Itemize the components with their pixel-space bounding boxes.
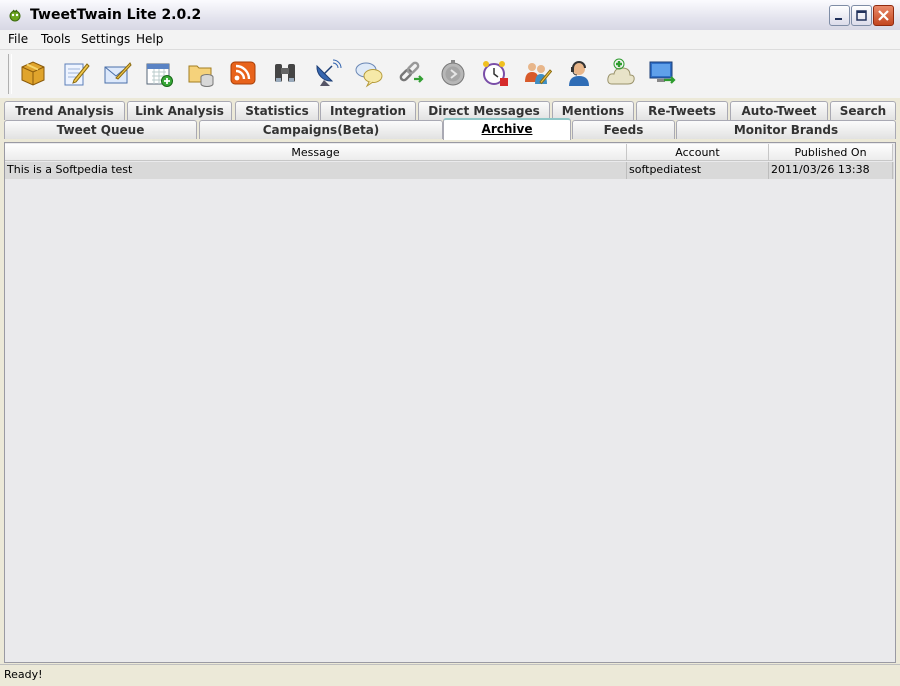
status-bar: Ready!	[0, 664, 900, 686]
archive-panel: Message Account Published On This is a S…	[4, 142, 896, 663]
tab-campaigns[interactable]: Campaigns(Beta)	[199, 120, 443, 139]
folder-database-button[interactable]	[184, 55, 218, 91]
menu-settings[interactable]: Settings	[81, 32, 130, 46]
title-bar[interactable]: TweetTwain Lite 2.0.2	[0, 0, 900, 31]
email-button[interactable]	[100, 55, 134, 91]
menu-file[interactable]: File	[8, 32, 28, 46]
satellite-dish-button[interactable]	[310, 55, 344, 91]
timer-button[interactable]	[436, 55, 470, 91]
tab-auto-tweet[interactable]: Auto-Tweet	[730, 101, 828, 120]
maximize-icon	[852, 10, 871, 28]
column-header-account[interactable]: Account	[627, 144, 769, 161]
tab-trend-analysis[interactable]: Trend Analysis	[4, 101, 125, 120]
calendar-add-button[interactable]	[142, 55, 176, 91]
tab-row-2: Tweet Queue Campaigns(Beta) Archive Feed…	[4, 118, 896, 140]
toolbar	[0, 50, 900, 98]
binoculars-button[interactable]	[268, 55, 302, 91]
menu-tools[interactable]: Tools	[41, 32, 71, 46]
tab-feeds[interactable]: Feeds	[572, 120, 675, 139]
status-text: Ready!	[4, 668, 43, 681]
package-button[interactable]	[16, 55, 50, 91]
alarm-clock-button[interactable]	[478, 55, 512, 91]
maximize-button[interactable]	[851, 5, 872, 26]
table-row[interactable]: This is a Softpedia test softpediatest 2…	[5, 162, 894, 179]
menu-bar: File Tools Settings Help	[0, 30, 900, 50]
cell-account: softpediatest	[627, 162, 769, 179]
close-button[interactable]	[873, 5, 894, 26]
chat-bubbles-button[interactable]	[352, 55, 386, 91]
rss-button[interactable]	[226, 55, 260, 91]
cell-message: This is a Softpedia test	[5, 162, 627, 179]
link-button[interactable]	[394, 55, 428, 91]
tab-search[interactable]: Search	[830, 101, 896, 120]
tab-integration[interactable]: Integration	[320, 101, 416, 120]
window-title: TweetTwain Lite 2.0.2	[30, 7, 202, 23]
compose-button[interactable]	[58, 55, 92, 91]
tab-re-tweets[interactable]: Re-Tweets	[636, 101, 728, 120]
menu-help[interactable]: Help	[136, 32, 163, 46]
close-icon	[874, 10, 893, 28]
app-logo-icon	[8, 8, 22, 22]
monitor-export-button[interactable]	[646, 55, 680, 91]
column-header-message[interactable]: Message	[5, 144, 627, 161]
tab-link-analysis[interactable]: Link Analysis	[127, 101, 232, 120]
tab-tweet-queue[interactable]: Tweet Queue	[4, 120, 197, 139]
tab-archive[interactable]: Archive	[443, 118, 571, 140]
toolbar-grip[interactable]	[8, 54, 12, 94]
minimize-icon	[830, 15, 849, 28]
app-window: TweetTwain Lite 2.0.2 File Tools Setting…	[0, 0, 900, 686]
minimize-button[interactable]	[829, 5, 850, 26]
tab-monitor-brands[interactable]: Monitor Brands	[676, 120, 896, 139]
cell-published-on: 2011/03/26 13:38	[769, 162, 893, 179]
tab-statistics[interactable]: Statistics	[235, 101, 319, 120]
users-edit-button[interactable]	[520, 55, 554, 91]
support-agent-button[interactable]	[562, 55, 596, 91]
column-header-published-on[interactable]: Published On	[769, 144, 893, 161]
cloud-add-button[interactable]	[604, 55, 638, 91]
grid-header: Message Account Published On	[5, 144, 894, 161]
